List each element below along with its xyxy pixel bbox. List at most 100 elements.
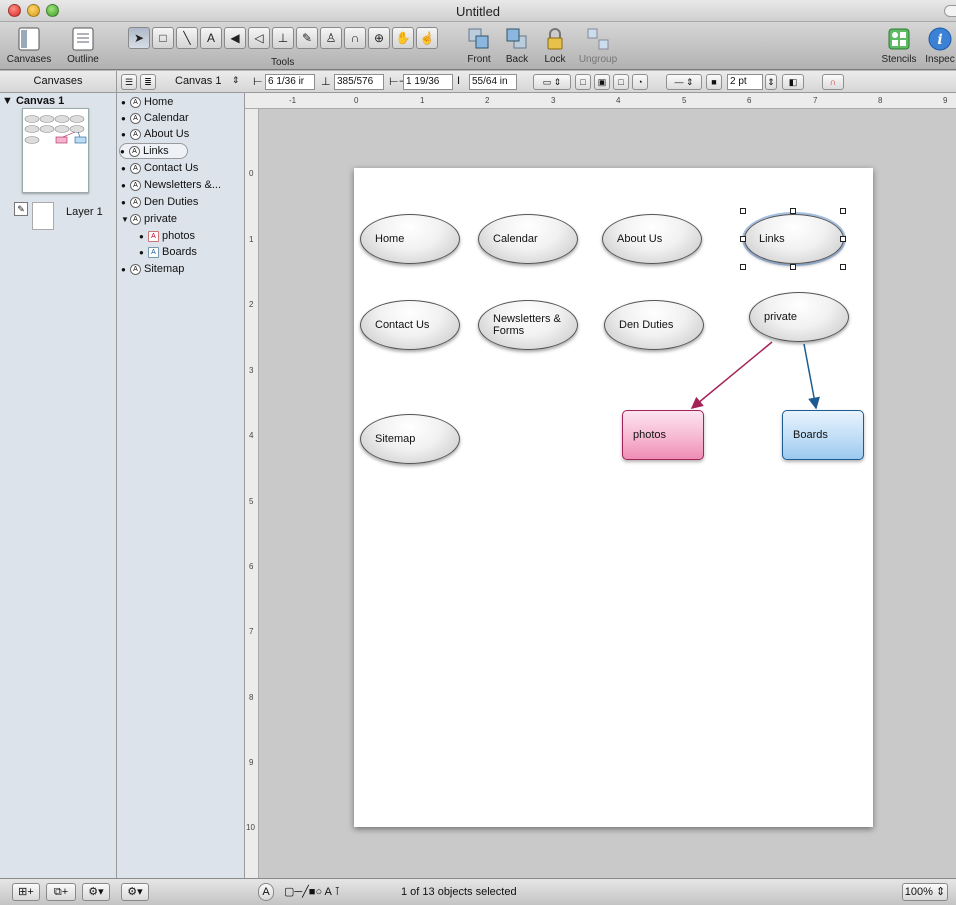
inspectors-button[interactable]: i Inspec <box>924 26 956 65</box>
width-field[interactable]: 1 19/36 <box>403 74 453 90</box>
shape-home[interactable]: Home <box>360 214 460 264</box>
shape-calendar[interactable]: Calendar <box>478 214 578 264</box>
outline-item-contact-us[interactable]: ● A Contact Us <box>121 160 198 176</box>
stroke-color-well[interactable]: ■ <box>706 74 722 90</box>
outline-item-home[interactable]: ● A Home <box>121 94 173 110</box>
shadow-button[interactable]: □ <box>575 74 591 90</box>
disclosure-triangle-icon[interactable]: ▼ <box>121 215 129 224</box>
layer-row[interactable]: ✎ Layer 1 <box>0 201 116 231</box>
outline-item-den-duties[interactable]: ● A Den Duties <box>121 194 198 210</box>
ruler-tick: 9 <box>943 96 948 105</box>
outline-item-about-us[interactable]: ● A About Us <box>121 126 189 142</box>
diagram-tool[interactable]: ◁ <box>248 27 270 49</box>
resize-handle[interactable] <box>840 236 846 242</box>
shape-contact-us[interactable]: Contact Us <box>360 300 460 350</box>
magnet-tool[interactable]: ∩ <box>344 27 366 49</box>
tools-label: Tools <box>271 57 295 68</box>
stroke-button[interactable]: ▣ <box>594 74 610 90</box>
height-field[interactable]: 55/64 in <box>469 74 517 90</box>
shape-den-duties[interactable]: Den Duties <box>604 300 704 350</box>
outline-toggle-button[interactable]: Outline <box>58 26 108 65</box>
outline-item-boards[interactable]: ● A Boards <box>139 244 197 260</box>
magnet-icon[interactable]: ∩ <box>822 74 844 90</box>
shape-tool[interactable]: □ <box>152 27 174 49</box>
bring-to-front-button[interactable]: Front <box>462 26 496 65</box>
canvases-panel: ▼ Canvas 1 ✎ Layer 1 <box>0 93 117 878</box>
add-canvas-button[interactable]: ⊞+ <box>12 883 40 901</box>
stamp-tool[interactable]: ♙ <box>320 27 342 49</box>
rubber-stamp-tool[interactable]: ⊥ <box>272 27 294 49</box>
y-position-field[interactable]: 385/576 <box>334 74 384 90</box>
text-tool[interactable]: A <box>200 27 222 49</box>
stroke-width-field[interactable]: 2 pt <box>727 74 763 90</box>
stencils-button[interactable]: Stencils <box>876 26 922 65</box>
outline-item-links[interactable]: ● A Links <box>119 143 188 159</box>
add-layer-button[interactable]: ⧉+ <box>46 883 76 901</box>
line-tool[interactable]: ╲ <box>176 27 198 49</box>
canvas-page[interactable]: Home Calendar About Us Links Contact Us … <box>354 168 873 827</box>
resize-handle[interactable] <box>790 264 796 270</box>
shape-newsletters[interactable]: Newsletters & Forms <box>478 300 578 350</box>
x-position-field[interactable]: 6 1/36 ir <box>265 74 315 90</box>
resize-handle[interactable] <box>840 264 846 270</box>
line-style-select[interactable]: — ⇕ <box>666 74 702 90</box>
outline-hierarchy-button[interactable]: ☰ <box>121 74 137 90</box>
resize-handle[interactable] <box>740 208 746 214</box>
style-tool[interactable]: ◀ <box>224 27 246 49</box>
hand-tool[interactable]: ✋ <box>392 27 414 49</box>
outline-item-photos[interactable]: ● A photos <box>139 228 195 244</box>
pencil-icon[interactable]: ✎ <box>14 202 28 216</box>
canvas-item-canvas-1[interactable]: ▼ Canvas 1 <box>2 95 64 107</box>
zoom-tool[interactable]: ⊕ <box>368 27 390 49</box>
bullet-icon: ● <box>121 129 126 139</box>
ruler-tick: 6 <box>747 96 752 105</box>
browse-tool[interactable]: ☝ <box>416 27 438 49</box>
resize-handle[interactable] <box>790 208 796 214</box>
selection-tool[interactable]: ➤ <box>128 27 150 49</box>
connector-private-photos[interactable] <box>690 341 773 409</box>
outline-item-newsletters[interactable]: ● A Newsletters &... <box>121 177 221 193</box>
auto-layout-icon[interactable]: A <box>258 883 274 901</box>
vertical-ruler: 0 1 2 3 4 5 6 7 8 9 10 <box>245 109 259 878</box>
lock-button[interactable]: Lock <box>538 26 572 65</box>
shape-about-us[interactable]: About Us <box>602 214 702 264</box>
shape-photos[interactable]: photos <box>622 410 704 460</box>
shape-sitemap[interactable]: Sitemap <box>360 414 460 464</box>
zoom-select[interactable]: 100% ⇕ <box>902 883 948 901</box>
canvas-select[interactable]: Canvas 1 <box>175 75 221 87</box>
stroke-width-stepper[interactable]: ⇕ <box>765 74 777 90</box>
outline-list-button[interactable]: ≣ <box>140 74 156 90</box>
shape-button[interactable]: □ <box>613 74 629 90</box>
toolbar-toggle-button[interactable] <box>944 5 956 17</box>
bullet-icon: ● <box>139 231 144 241</box>
canvas-area[interactable]: Home Calendar About Us Links Contact Us … <box>259 109 956 878</box>
shape-private[interactable]: private <box>749 292 849 342</box>
resize-handle[interactable] <box>740 236 746 242</box>
canvases-toggle-button[interactable]: Canvases <box>4 26 54 65</box>
outline-item-sitemap[interactable]: ● A Sitemap <box>121 261 184 277</box>
bullet-icon: ● <box>121 264 126 274</box>
style-tray[interactable]: ▢─╱■○ A ⊺ <box>284 885 340 898</box>
connector-private-boards[interactable] <box>803 343 820 410</box>
send-to-back-button[interactable]: Back <box>500 26 534 65</box>
ruler-tick: 9 <box>249 758 254 767</box>
shape-links[interactable]: Links <box>744 214 844 264</box>
outline-actions-gear-icon[interactable]: ⚙▾ <box>121 883 149 901</box>
shape-boards[interactable]: Boards <box>782 410 864 460</box>
ungroup-button[interactable]: Ungroup <box>574 26 622 65</box>
shape-badge-icon: A <box>130 196 141 208</box>
outline-item-calendar[interactable]: ● A Calendar <box>121 110 189 126</box>
outline-item-private[interactable]: ▼ A private <box>121 211 177 227</box>
resize-handle[interactable] <box>740 264 746 270</box>
chevron-up-down-icon[interactable]: ⇕ <box>232 75 240 86</box>
ruler-tick: 3 <box>551 96 556 105</box>
ruler-tick: 1 <box>249 235 254 244</box>
canvas-actions-gear-icon[interactable]: ⚙▾ <box>82 883 110 901</box>
corner-radius-button[interactable]: ◔ <box>632 74 648 90</box>
canvas-thumbnail[interactable] <box>22 108 89 193</box>
resize-handle[interactable] <box>840 208 846 214</box>
pen-tool[interactable]: ✎ <box>296 27 318 49</box>
fill-color-well[interactable]: ▭ ⇕ <box>533 74 571 90</box>
outline-panel: ● A Home ● A Calendar ● A About Us ● A L… <box>117 93 245 878</box>
arrange-button[interactable]: ◧ <box>782 74 804 90</box>
